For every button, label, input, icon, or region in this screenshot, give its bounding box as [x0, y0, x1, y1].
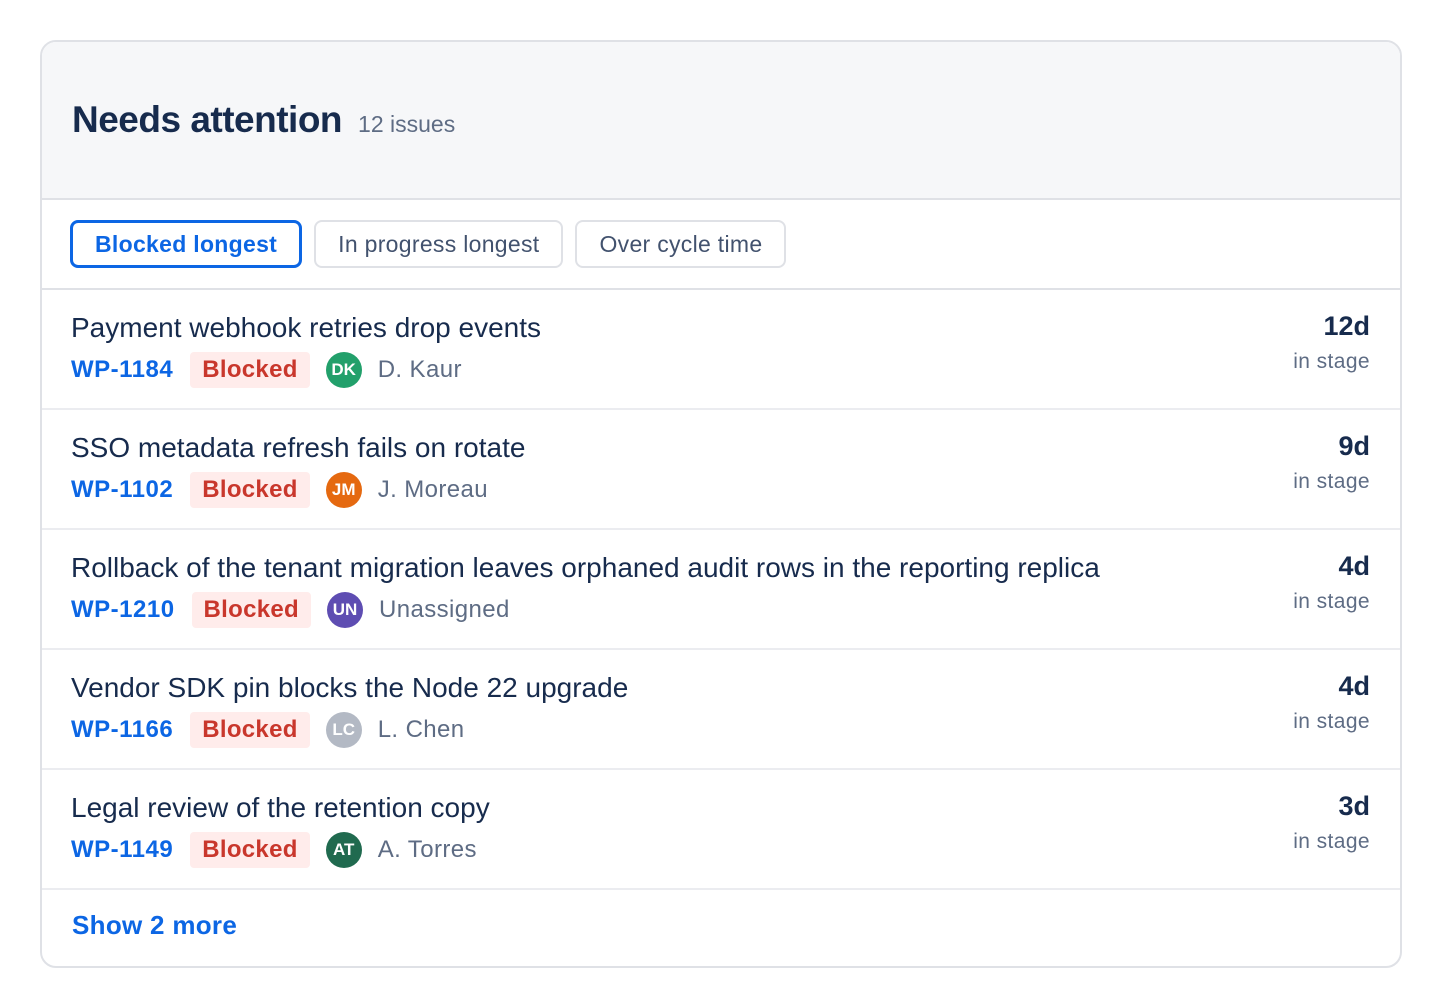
- issue-meta: WP-1184 Blocked DK D. Kaur: [71, 352, 462, 388]
- assignee-name: Unassigned: [379, 596, 510, 623]
- issue-key-link[interactable]: WP-1102: [71, 476, 173, 504]
- status-badge: Blocked: [190, 712, 310, 748]
- issue-meta: WP-1102 Blocked JM J. Moreau: [71, 472, 488, 508]
- issue-key-link[interactable]: WP-1184: [71, 356, 173, 384]
- issue-row[interactable]: Legal review of the retention copy WP-11…: [42, 770, 1400, 890]
- assignee-name: A. Torres: [377, 836, 477, 863]
- duration-label: in stage: [1293, 830, 1370, 853]
- time-in-stage: 12d in stage: [1293, 310, 1370, 374]
- issue-meta: WP-1149 Blocked AT A. Torres: [71, 832, 477, 868]
- time-in-stage: 4d in stage: [1293, 670, 1370, 734]
- issue-title[interactable]: Vendor SDK pin blocks the Node 22 upgrad…: [71, 672, 628, 704]
- duration-label: in stage: [1293, 350, 1370, 373]
- issue-key-link[interactable]: WP-1166: [71, 716, 173, 744]
- assignee-name: L. Chen: [377, 716, 465, 743]
- duration-label: in stage: [1293, 590, 1370, 613]
- issue-row[interactable]: Vendor SDK pin blocks the Node 22 upgrad…: [42, 650, 1400, 770]
- issue-title[interactable]: Payment webhook retries drop events: [71, 312, 541, 344]
- avatar: JM: [325, 472, 362, 508]
- filter-over-cycle-time[interactable]: Over cycle time: [575, 220, 787, 268]
- duration-value: 12d: [1323, 311, 1370, 341]
- issue-title[interactable]: Rollback of the tenant migration leaves …: [71, 552, 1100, 584]
- show-more-link[interactable]: Show 2 more: [72, 910, 237, 941]
- assignee-name: J. Moreau: [377, 476, 488, 503]
- filter-bar: Blocked longest In progress longest Over…: [42, 200, 1400, 290]
- issue-key-link[interactable]: WP-1210: [71, 596, 175, 624]
- filter-blocked-longest[interactable]: Blocked longest: [70, 220, 303, 268]
- filter-in-progress-longest[interactable]: In progress longest: [314, 220, 564, 268]
- avatar: UN: [327, 592, 364, 628]
- avatar: AT: [325, 832, 362, 868]
- issue-list: Payment webhook retries drop events WP-1…: [42, 290, 1400, 890]
- issue-row[interactable]: SSO metadata refresh fails on rotate WP-…: [42, 410, 1400, 530]
- issue-meta: WP-1210 Blocked UN Unassigned: [71, 592, 510, 628]
- time-in-stage: 3d in stage: [1293, 790, 1370, 854]
- status-badge: Blocked: [190, 832, 310, 868]
- duration-value: 3d: [1338, 791, 1370, 821]
- duration-value: 9d: [1338, 431, 1370, 461]
- duration-label: in stage: [1293, 710, 1370, 733]
- card-header: Needs attention 12 issues: [42, 42, 1400, 200]
- issue-row[interactable]: Payment webhook retries drop events WP-1…: [42, 290, 1400, 410]
- status-badge: Blocked: [190, 472, 310, 508]
- duration-label: in stage: [1293, 470, 1370, 493]
- duration-value: 4d: [1338, 551, 1370, 581]
- avatar: DK: [325, 352, 362, 388]
- avatar: LC: [325, 712, 362, 748]
- status-badge: Blocked: [190, 352, 310, 388]
- issue-meta: WP-1166 Blocked LC L. Chen: [71, 712, 465, 748]
- issue-title[interactable]: Legal review of the retention copy: [71, 792, 490, 824]
- card-title: Needs attention: [72, 99, 343, 140]
- duration-value: 4d: [1338, 671, 1370, 701]
- issue-key-link[interactable]: WP-1149: [71, 836, 173, 864]
- assignee-name: D. Kaur: [377, 356, 462, 383]
- issue-row[interactable]: Rollback of the tenant migration leaves …: [42, 530, 1400, 650]
- time-in-stage: 9d in stage: [1293, 430, 1370, 494]
- time-in-stage: 4d in stage: [1293, 550, 1370, 614]
- needs-attention-card: Needs attention 12 issues Blocked longes…: [40, 40, 1402, 968]
- issue-title[interactable]: SSO metadata refresh fails on rotate: [71, 432, 525, 464]
- status-badge: Blocked: [191, 592, 312, 628]
- issue-count: 12 issues: [358, 110, 456, 137]
